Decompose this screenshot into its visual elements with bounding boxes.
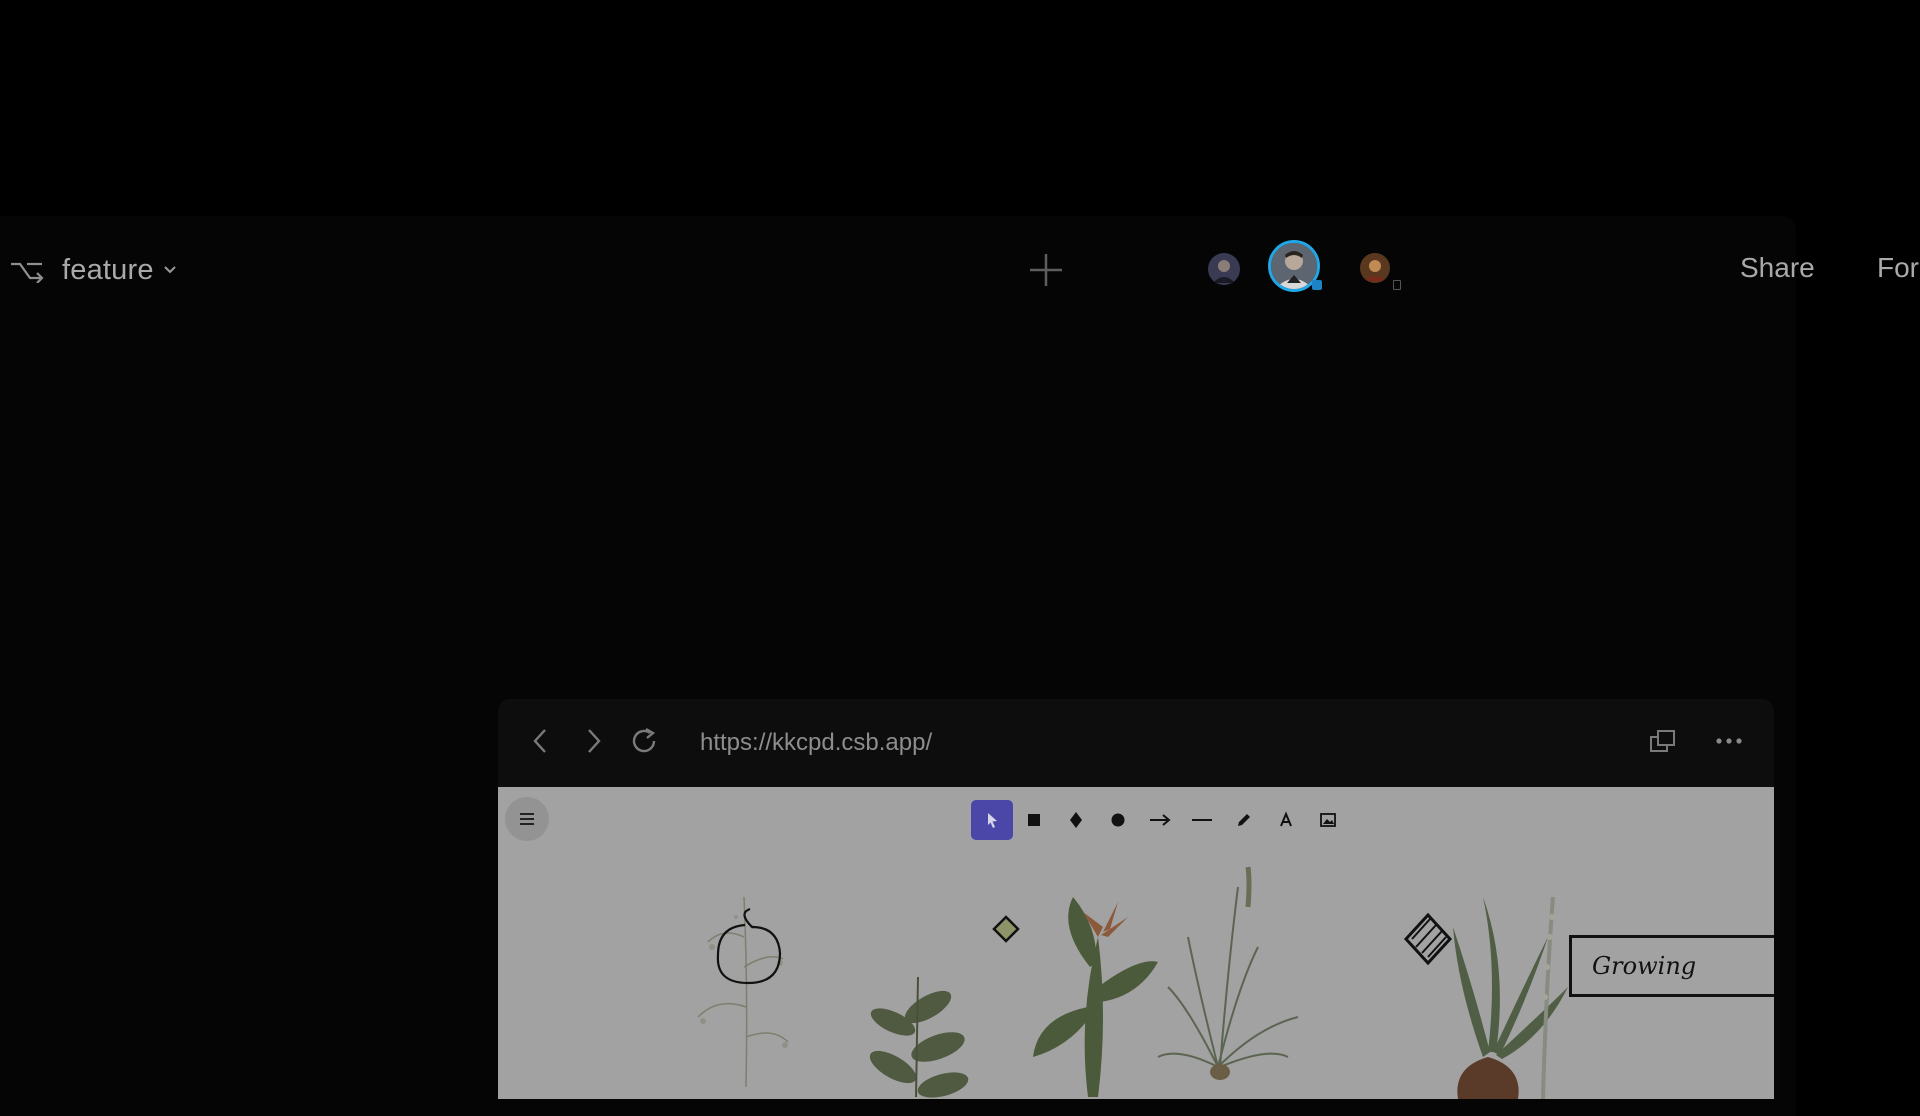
avatar-user-1[interactable] [1208, 253, 1240, 285]
preview-browser-bar: https://kkcpd.csb.app/ [498, 699, 1774, 787]
drawing-canvas[interactable]: Growing [498, 787, 1774, 1099]
plus-icon[interactable] [1027, 251, 1065, 289]
hamburger-menu-icon[interactable] [505, 797, 549, 841]
refresh-icon[interactable] [630, 726, 660, 756]
canvas-text-box[interactable]: Growing [1569, 935, 1774, 997]
circle-icon [1111, 813, 1125, 827]
branch-label: feature [62, 253, 154, 286]
square-icon [1028, 814, 1040, 826]
arrow-right-icon [1150, 814, 1171, 826]
drawing-toolbar [971, 799, 1349, 841]
branch-selector[interactable]: feature [10, 252, 177, 288]
canvas-text-label: Growing [1592, 952, 1697, 980]
share-button[interactable]: Share [1740, 252, 1815, 284]
fork-button[interactable]: For [1877, 252, 1919, 284]
line-tool[interactable] [1181, 800, 1223, 840]
image-icon [1320, 813, 1336, 827]
pencil-icon [1238, 814, 1250, 826]
status-icon [1393, 280, 1401, 290]
preview-window: https://kkcpd.csb.app/ Growing [498, 699, 1774, 1099]
chevron-right-icon[interactable] [578, 726, 608, 756]
top-bar [0, 216, 1920, 324]
text-icon [1280, 811, 1292, 827]
online-status-icon [1312, 280, 1322, 290]
chevron-down-icon [163, 266, 176, 274]
diamond-icon [1070, 812, 1082, 828]
open-in-new-window-icon[interactable] [1648, 726, 1678, 756]
image-tool[interactable] [1307, 800, 1349, 840]
url-field[interactable]: https://kkcpd.csb.app/ [700, 729, 932, 757]
diamond-tool[interactable] [1055, 800, 1097, 840]
avatar-user-3[interactable] [1360, 253, 1390, 283]
branch-icon [11, 262, 44, 283]
ellipse-tool[interactable] [1097, 800, 1139, 840]
chevron-left-icon[interactable] [526, 726, 556, 756]
rectangle-tool[interactable] [1013, 800, 1055, 840]
arrow-tool[interactable] [1139, 800, 1181, 840]
more-horizontal-icon[interactable] [1714, 726, 1744, 756]
text-tool[interactable] [1265, 800, 1307, 840]
cursor-icon [988, 813, 997, 828]
line-icon [1192, 819, 1212, 821]
select-tool[interactable] [971, 800, 1013, 840]
draw-tool[interactable] [1223, 800, 1265, 840]
